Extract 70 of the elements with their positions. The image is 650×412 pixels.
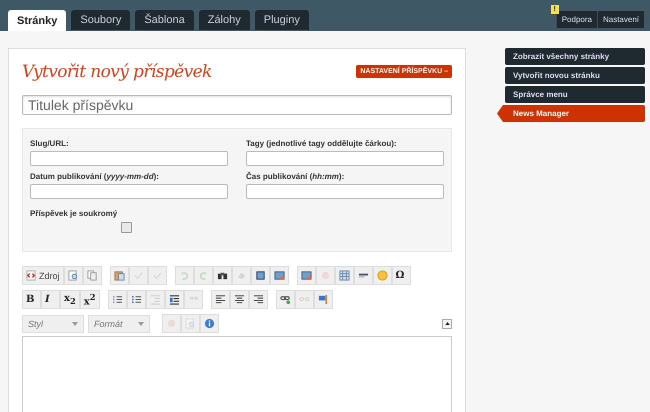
toolbar-button[interactable] xyxy=(212,266,232,285)
input-field[interactable] xyxy=(246,151,444,166)
sidebar-item[interactable]: Správce menu xyxy=(505,86,645,103)
clipboard-icon xyxy=(114,270,125,281)
caret-icon xyxy=(72,322,78,326)
toolbar-button[interactable] xyxy=(270,266,289,285)
nav-tab[interactable]: Pluginy xyxy=(254,10,309,30)
outdent-icon xyxy=(150,294,161,305)
numbered-list-icon xyxy=(112,294,123,305)
flag-icon xyxy=(318,294,329,305)
toolbar-button[interactable] xyxy=(354,266,373,285)
page-heading: Vytvořit nový příspěvek xyxy=(22,62,212,82)
nav-tab[interactable]: Zálohy xyxy=(198,10,250,30)
toolbar-button[interactable]: Ω xyxy=(392,266,411,285)
align-left-icon xyxy=(214,294,226,305)
toolbar-button[interactable] xyxy=(248,290,268,309)
bullet-list-icon xyxy=(130,294,142,305)
check-icon xyxy=(132,270,144,281)
check-icon xyxy=(152,270,163,281)
toolbar-button[interactable] xyxy=(296,266,316,285)
field-label: Slug/URL: xyxy=(30,139,70,148)
dropdown[interactable]: Formát xyxy=(88,314,150,332)
code-icon xyxy=(26,270,37,281)
caret-icon xyxy=(138,322,144,326)
toolbar-button[interactable] xyxy=(164,290,184,309)
toolbar-button[interactable] xyxy=(108,290,127,309)
nav-tab[interactable]: Soubory xyxy=(71,10,130,30)
dropdown[interactable]: Styl xyxy=(22,314,84,332)
top-link[interactable]: Nastavení xyxy=(596,11,644,28)
nav-tab[interactable]: Stránky xyxy=(8,10,66,31)
field-label: Příspěvek je soukromý xyxy=(30,209,118,218)
align-right-icon xyxy=(252,294,264,305)
toolbar-button[interactable]: I xyxy=(41,290,60,309)
title-field[interactable]: Titulek příspěvku xyxy=(22,95,452,115)
indent-icon xyxy=(168,294,180,305)
input-field[interactable] xyxy=(30,184,228,199)
field-label: Tagy (jednotlivé tagy oddělujte čárkou): xyxy=(246,139,398,148)
toolbar-button[interactable]: x$_{2}$ xyxy=(60,290,80,309)
redo-icon xyxy=(198,270,209,281)
pages-icon xyxy=(86,270,98,281)
align-center-icon xyxy=(234,294,245,305)
triangle-icon xyxy=(444,322,450,325)
info-icon xyxy=(204,318,215,329)
top-link[interactable]: Podpora xyxy=(556,11,597,28)
link-icon xyxy=(280,294,291,305)
undo-icon xyxy=(178,270,190,281)
input-field[interactable] xyxy=(30,151,228,166)
toolbar-button[interactable] xyxy=(210,290,230,309)
magnifier-icon xyxy=(185,318,196,329)
toolbar-button[interactable] xyxy=(126,290,146,309)
picture-icon xyxy=(300,270,312,281)
input-field[interactable] xyxy=(246,184,444,199)
collapse-button[interactable] xyxy=(442,318,452,328)
toolbar-button[interactable]: x$^{2}$ xyxy=(80,290,100,309)
sidebar-item[interactable]: Vytvořit novou stránku xyxy=(505,67,645,84)
sidebar-item[interactable]: News Manager xyxy=(497,105,645,122)
field-label: Čas publikování (hh:mm): xyxy=(246,172,346,181)
nav-tab[interactable]: Šablona xyxy=(135,10,194,30)
toolbar-button[interactable] xyxy=(276,290,295,309)
field-label: Datum publikování (yyyy-mm-dd): xyxy=(30,172,160,181)
binoculars-icon xyxy=(216,270,228,281)
table-icon xyxy=(338,270,350,281)
magnifier-icon xyxy=(68,270,79,281)
toolbar-button[interactable]: B xyxy=(22,290,41,309)
toolbar-button[interactable] xyxy=(230,290,249,309)
sidebar-item[interactable]: Zobrazit všechny stránky xyxy=(505,48,645,65)
private-checkbox[interactable] xyxy=(121,222,132,233)
toolbar-button[interactable]: Zdroj xyxy=(22,266,64,285)
picture-icon xyxy=(274,270,285,281)
toolbar-button[interactable] xyxy=(250,266,270,285)
